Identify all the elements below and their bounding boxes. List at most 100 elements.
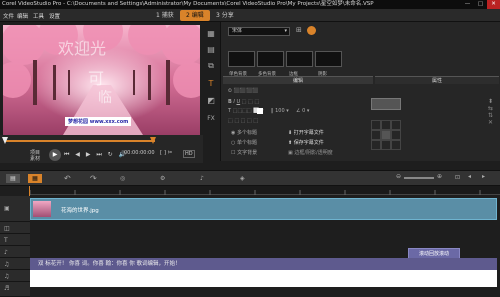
voice-track-icon[interactable]: ♪ bbox=[4, 249, 8, 256]
maximize-button[interactable]: □ bbox=[474, 0, 487, 9]
info-icon[interactable] bbox=[307, 26, 316, 35]
menu-file[interactable]: 文件 bbox=[3, 12, 14, 20]
text-background-option[interactable]: ☐ 文字背景 bbox=[231, 149, 257, 156]
alignment-dropdown[interactable] bbox=[371, 98, 401, 110]
timeline-ruler[interactable] bbox=[29, 186, 500, 195]
chip-shadow[interactable] bbox=[315, 51, 342, 67]
fit-project-icon[interactable]: ⊡ bbox=[455, 174, 460, 181]
graphics-icon[interactable]: ◩ bbox=[205, 95, 217, 106]
mixer-icon[interactable]: ⚙ bbox=[160, 175, 165, 182]
storyboard-view-icon[interactable]: ▤ bbox=[6, 174, 20, 183]
size-toggle[interactable]: HD bbox=[183, 150, 195, 158]
kerning-value: 0 bbox=[302, 108, 306, 114]
instant-project-icon[interactable]: ▤ bbox=[205, 44, 217, 55]
font-value: 宋体 bbox=[232, 28, 243, 34]
tab-capture-number: 1 bbox=[156, 12, 160, 19]
tab-attributes[interactable]: 属性 bbox=[375, 76, 499, 84]
options-panel: 宋体 ▾ ⊞ 单色背景 多色背景 边框 阴影 编辑 属性 ⏲ ⬛⬛⬛⬛ B I … bbox=[220, 22, 500, 161]
duration-row: ⏲ ⬛⬛⬛⬛ bbox=[228, 88, 259, 94]
track-header-music: ♫ bbox=[0, 258, 30, 270]
title-clip[interactable]: 双 标花开！ 你喜 词。你喜 翰：你喜 你 歌词编辑，开始！ bbox=[30, 258, 497, 270]
timeline-view-icon[interactable]: ▦ bbox=[28, 174, 42, 183]
window-title: Corel VideoStudio Pro - C:\Documents and… bbox=[2, 1, 374, 7]
undo-icon[interactable]: ↶ bbox=[64, 174, 71, 183]
fx-icon[interactable]: FX bbox=[205, 113, 217, 124]
ruler-ticks bbox=[29, 190, 481, 195]
clip-name: 花海的世界.jpg bbox=[61, 208, 99, 214]
tab-capture[interactable]: 1 捕获 bbox=[150, 10, 180, 21]
tab-text-edit[interactable]: 编辑 bbox=[223, 76, 373, 84]
zoom-slider[interactable] bbox=[404, 177, 434, 179]
motion-track-icon[interactable]: ◈ bbox=[240, 175, 245, 182]
tab-edit-label: 编辑 bbox=[191, 12, 204, 19]
line-spacing-value: 100 bbox=[275, 108, 285, 114]
transport-panel: 项目 素材 ▶ ⏮ ◀ ▶ ⏭ ↻ 🔊 00:00:00:00 [ ] ✂ HD bbox=[0, 135, 203, 163]
zoom-in-icon[interactable]: ⊕ bbox=[437, 173, 442, 180]
font-dropdown[interactable]: 宋体 ▾ bbox=[228, 27, 290, 36]
overlay-track-icon[interactable]: ◫ bbox=[4, 225, 10, 232]
timeline-toolbar: ▤ ▦ ↶ ↷ ◎ ⚙ ♪ ◈ ⊖ ⊕ ⊡ ◂ ▸ bbox=[0, 170, 500, 186]
minimize-button[interactable]: — bbox=[461, 0, 474, 9]
auto-music-icon[interactable]: ♪ bbox=[200, 175, 204, 182]
close-button[interactable]: ✕ bbox=[487, 0, 500, 9]
music2-track-icon[interactable]: ♫ bbox=[4, 273, 9, 280]
kerning-row[interactable]: ∠ 0 ▾ bbox=[296, 108, 309, 114]
alignment-icons[interactable]: ⬍ ⇆ ⇅ ✕ bbox=[488, 98, 493, 126]
clip-label[interactable]: 素材 bbox=[30, 155, 40, 162]
track-header-overlay: ◫ bbox=[0, 222, 30, 234]
chip-solid[interactable] bbox=[228, 51, 255, 67]
title-clip-text: 双 标花开！ 你喜 词。你喜 翰：你喜 你 歌词编辑，开始！ bbox=[38, 261, 181, 267]
overlay-title-3: 临 bbox=[98, 90, 112, 106]
menu-edit[interactable]: 编辑 bbox=[17, 12, 28, 20]
chevron-down-icon: ▾ bbox=[284, 28, 287, 34]
clip-thumbnail bbox=[33, 201, 51, 217]
shadow-row[interactable]: ⬚ ⬚ ⬚ ⬚ ⬚ bbox=[228, 118, 258, 124]
prev-timeline-icon[interactable]: ◂ bbox=[468, 173, 471, 180]
tab-share-label: 分享 bbox=[221, 12, 234, 19]
preview-window: 欢迎光 可 临 梦想花园 www.xxx.com bbox=[3, 25, 200, 135]
single-title-option[interactable]: ○ 单个标题 bbox=[231, 139, 257, 146]
chip-multi[interactable] bbox=[257, 51, 284, 67]
timecode: 00:00:00:00 bbox=[124, 150, 155, 156]
alignment-grid[interactable] bbox=[371, 120, 401, 150]
add-icon[interactable]: ⊞ bbox=[296, 26, 302, 34]
chip-border[interactable] bbox=[286, 51, 313, 67]
track-header-video: ▣ bbox=[0, 196, 30, 222]
title-track-icon[interactable]: T bbox=[4, 237, 8, 244]
track-header-title: T bbox=[0, 234, 30, 246]
tab-share-number: 3 bbox=[216, 12, 220, 19]
music-track-icon[interactable]: ♫ bbox=[4, 261, 9, 268]
next-timeline-icon[interactable]: ▸ bbox=[482, 173, 485, 180]
transport-controls[interactable]: ⏮ ◀ ▶ ⏭ ↻ 🔊 bbox=[64, 151, 128, 159]
menu-settings[interactable]: 设置 bbox=[49, 12, 60, 20]
format-row[interactable]: B I U ⬚ ⬚ ⬚ bbox=[228, 99, 259, 105]
record-icon[interactable]: ◎ bbox=[120, 175, 125, 182]
border-shadow-button[interactable]: ▣ 边框/阴影/透明度 bbox=[288, 149, 333, 156]
preview-caption: 梦想花园 www.xxx.com bbox=[65, 117, 132, 126]
color-swatch[interactable] bbox=[257, 108, 263, 114]
open-subtitle-button[interactable]: ⬇ 打开字幕文件 bbox=[288, 129, 324, 136]
tab-edit-number: 2 bbox=[186, 12, 190, 19]
redo-icon[interactable]: ↷ bbox=[90, 174, 97, 183]
extra-track-icon[interactable]: ♬ bbox=[4, 285, 9, 292]
tab-share[interactable]: 3 分享 bbox=[210, 10, 240, 21]
mark-in-out[interactable]: [ ] ✂ bbox=[160, 150, 172, 156]
multi-title-option[interactable]: ◉ 多个标题 bbox=[231, 129, 257, 136]
tab-edit[interactable]: 2 编辑 bbox=[180, 10, 210, 21]
track-header-music-2: ♫ bbox=[0, 270, 30, 282]
overlay-title-1: 欢迎光 bbox=[58, 39, 107, 58]
video-track-icon[interactable]: ▣ bbox=[4, 205, 10, 212]
video-clip[interactable]: 花海的世界.jpg bbox=[30, 198, 497, 220]
zoom-out-icon[interactable]: ⊖ bbox=[396, 173, 401, 180]
media-icon[interactable]: ▦ bbox=[205, 28, 217, 39]
line-spacing-row[interactable]: ‖ 100 ▾ bbox=[271, 108, 289, 114]
menu-tools[interactable]: 工具 bbox=[33, 12, 44, 20]
track-header-voice: ♪ bbox=[0, 246, 30, 258]
play-button[interactable]: ▶ bbox=[49, 149, 61, 161]
overlay-title-2: 可 bbox=[88, 69, 105, 88]
save-subtitle-button[interactable]: ⬆ 保存字幕文件 bbox=[288, 139, 324, 146]
scrub-bar[interactable] bbox=[5, 140, 155, 142]
track-header-extra: ♬ bbox=[0, 282, 30, 297]
title-icon[interactable]: T bbox=[205, 78, 217, 89]
transition-icon[interactable]: ⧉ bbox=[205, 60, 217, 71]
